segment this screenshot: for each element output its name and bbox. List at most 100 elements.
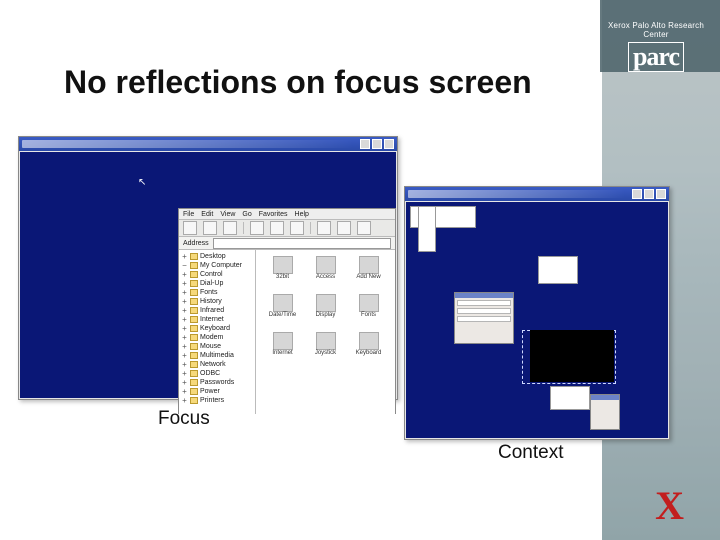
- menu-item: File: [183, 211, 194, 218]
- paste-icon: [290, 221, 304, 235]
- explorer-body: +Desktop −My Computer +Control +Dial-Up …: [179, 250, 395, 414]
- tree-item: Infrared: [200, 307, 224, 314]
- folder-icon: [190, 397, 198, 404]
- window-thumb: [590, 394, 620, 430]
- control-panel-icon: [359, 294, 379, 312]
- control-panel-icon: [359, 332, 379, 350]
- folder-icon: [190, 280, 198, 287]
- tree-item: Desktop: [200, 253, 226, 260]
- window-thumb: [454, 292, 514, 344]
- folder-icon: [190, 253, 198, 260]
- control-panel-icon: [359, 256, 379, 274]
- tree-item: ODBC: [200, 370, 220, 377]
- maximize-icon: [644, 189, 654, 199]
- window-thumb: [550, 386, 590, 410]
- address-label: Address: [183, 240, 209, 247]
- tree-item: Passwords: [200, 379, 234, 386]
- tree-item: Network: [200, 361, 226, 368]
- icon-label: Access: [316, 274, 335, 280]
- toolbar-separator: [243, 222, 244, 234]
- folder-tree: +Desktop −My Computer +Control +Dial-Up …: [179, 250, 256, 414]
- folder-icon: [190, 379, 198, 386]
- menu-item: Go: [242, 211, 251, 218]
- maximize-icon: [372, 139, 382, 149]
- tree-item: My Computer: [200, 262, 242, 269]
- window-thumb: [538, 256, 578, 284]
- folder-icon: [190, 361, 198, 368]
- tree-item: Keyboard: [200, 325, 230, 332]
- focus-window-titlebar: [19, 137, 397, 151]
- tree-item: Control: [200, 271, 223, 278]
- back-icon: [183, 221, 197, 235]
- context-screenshot: [404, 186, 670, 440]
- address-field: [213, 238, 391, 249]
- control-panel-icon: [316, 294, 336, 312]
- icon-label: Keyboard: [356, 350, 382, 356]
- context-window-titlebar: [405, 187, 669, 201]
- tree-item: Fonts: [200, 289, 218, 296]
- folder-icon: [190, 262, 198, 269]
- folder-icon: [190, 316, 198, 323]
- close-icon: [656, 189, 666, 199]
- slide-title: No reflections on focus screen: [64, 64, 532, 101]
- menu-item: Help: [295, 211, 309, 218]
- icon-label: 32bit: [276, 274, 289, 280]
- undo-icon: [317, 221, 331, 235]
- copy-icon: [270, 221, 284, 235]
- control-panel-icon: [316, 332, 336, 350]
- menu-item: Favorites: [259, 211, 288, 218]
- explorer-menubar: File Edit View Go Favorites Help: [179, 209, 395, 220]
- icon-pane: 32bit Access Add New Date/Time Display F…: [256, 250, 395, 414]
- folder-icon: [190, 334, 198, 341]
- icon-label: Display: [316, 312, 336, 318]
- folder-icon: [190, 343, 198, 350]
- folder-icon: [190, 298, 198, 305]
- minimize-icon: [632, 189, 642, 199]
- close-icon: [384, 139, 394, 149]
- xerox-x-mark: X: [655, 486, 684, 526]
- toolbar-separator: [310, 222, 311, 234]
- context-titlebar-buttons: [632, 189, 666, 199]
- folder-icon: [190, 352, 198, 359]
- control-panel-icon: [273, 294, 293, 312]
- parc-org-text: Xerox Palo Alto Research Center: [608, 22, 704, 40]
- folder-icon: [190, 325, 198, 332]
- icon-label: Internet: [272, 350, 292, 356]
- focus-titlebar-buttons: [360, 139, 394, 149]
- focus-caption: Focus: [158, 408, 210, 430]
- cursor-icon: ↖: [138, 178, 146, 188]
- control-panel-icon: [273, 256, 293, 274]
- up-icon: [223, 221, 237, 235]
- control-panel-icon: [273, 332, 293, 350]
- window-thumb: [418, 206, 436, 252]
- slide: Xerox Palo Alto Research Center parc X N…: [0, 0, 720, 540]
- focus-screenshot: ↖ File Edit View Go Favorites Help: [18, 136, 398, 400]
- cut-icon: [250, 221, 264, 235]
- tree-item: Internet: [200, 316, 224, 323]
- tree-item: History: [200, 298, 222, 305]
- tree-item: Dial-Up: [200, 280, 223, 287]
- context-desktop: [406, 202, 668, 438]
- explorer-window: File Edit View Go Favorites Help: [178, 208, 396, 414]
- parc-wordmark: parc: [628, 42, 684, 72]
- folder-icon: [190, 289, 198, 296]
- focus-desktop: ↖ File Edit View Go Favorites Help: [20, 152, 396, 398]
- icon-label: Date/Time: [269, 312, 296, 318]
- focus-window-title-icon: [22, 140, 353, 148]
- parc-logo: Xerox Palo Alto Research Center parc: [608, 22, 704, 72]
- tree-item: Modem: [200, 334, 223, 341]
- focus-black-region: [530, 330, 614, 382]
- folder-icon: [190, 370, 198, 377]
- icon-label: Add New: [356, 274, 380, 280]
- delete-icon: [337, 221, 351, 235]
- folder-icon: [190, 271, 198, 278]
- menu-item: View: [220, 211, 235, 218]
- folder-icon: [190, 307, 198, 314]
- properties-icon: [357, 221, 371, 235]
- icon-label: Joystick: [315, 350, 336, 356]
- tree-item: Multimedia: [200, 352, 234, 359]
- forward-icon: [203, 221, 217, 235]
- control-panel-icon: [316, 256, 336, 274]
- tree-item: Printers: [200, 397, 224, 404]
- menu-item: Edit: [201, 211, 213, 218]
